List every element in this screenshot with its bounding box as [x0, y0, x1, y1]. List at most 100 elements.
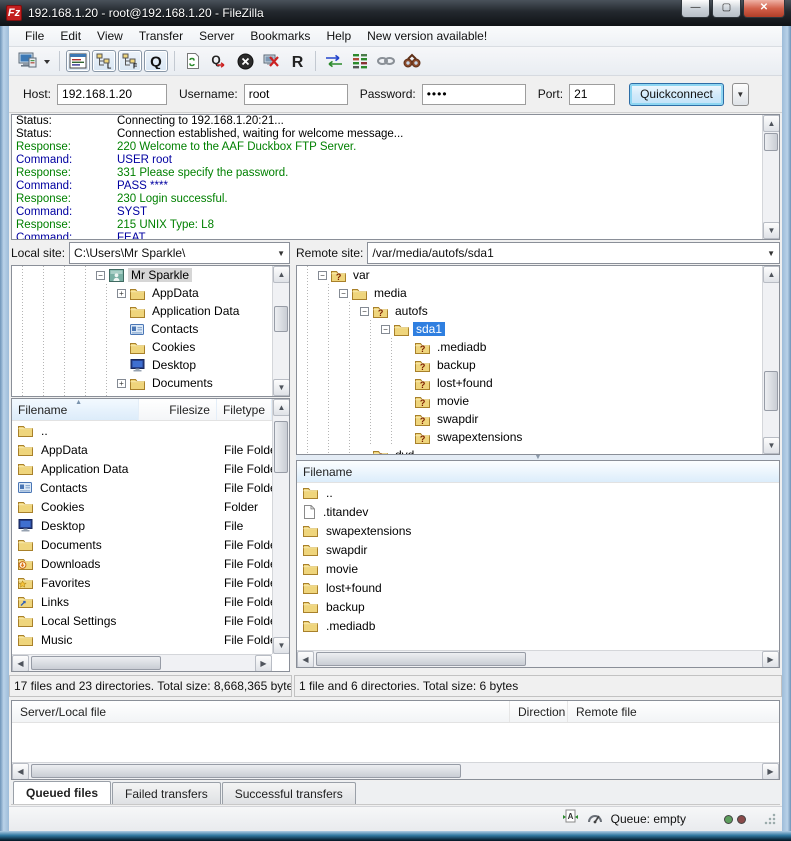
local-tree-item-cookies[interactable]: Cookies	[12, 338, 272, 356]
site-manager-icon[interactable]	[15, 50, 39, 72]
column-header-server-local-file[interactable]: Server/Local file	[12, 701, 510, 722]
toggle-message-log-icon[interactable]	[66, 50, 90, 72]
remote-site-combo[interactable]: /var/media/autofs/sda1 ▼	[367, 242, 780, 264]
remote-file-row-backup[interactable]: backup	[297, 597, 779, 616]
remote-tree-vscrollbar[interactable]: ▲ ▼	[762, 266, 779, 454]
collapse-expander-icon[interactable]: −	[381, 325, 390, 334]
local-file-row-favorites[interactable]: FavoritesFile Folder	[12, 573, 272, 592]
local-list-hscrollbar[interactable]: ◀ ▶	[12, 654, 272, 671]
local-tree-item-contacts[interactable]: Contacts	[12, 320, 272, 338]
synchronized-browsing-icon[interactable]	[374, 50, 398, 72]
menu-item-server[interactable]: Server	[191, 27, 242, 45]
scrollbar-thumb[interactable]	[274, 306, 288, 332]
local-list-vscrollbar[interactable]: ▲ ▼	[272, 399, 289, 654]
find-files-icon[interactable]	[400, 50, 424, 72]
local-site-combo[interactable]: C:\Users\Mr Sparkle\ ▼	[69, 242, 290, 264]
scroll-left-arrow-icon[interactable]: ◀	[297, 651, 314, 668]
remote-tree-item--mediadb[interactable]: ?.mediadb	[297, 338, 762, 356]
process-queue-icon[interactable]: Q	[207, 50, 231, 72]
remote-file-row--mediadb[interactable]: .mediadb	[297, 616, 779, 635]
quickconnect-dropdown-button[interactable]: ▼	[732, 83, 749, 106]
local-file-row-downloads[interactable]: DownloadsFile Folder	[12, 554, 272, 573]
remote-tree-item-var[interactable]: −?var	[297, 266, 762, 284]
local-tree-vscrollbar[interactable]: ▲ ▼	[272, 266, 289, 396]
remote-file-row--titandev[interactable]: .titandev	[297, 502, 779, 521]
menu-item-transfer[interactable]: Transfer	[131, 27, 191, 45]
scroll-up-arrow-icon[interactable]: ▲	[273, 399, 290, 416]
remote-tree-item-dvd[interactable]: ?dvd	[297, 446, 762, 455]
scrollbar-thumb[interactable]	[316, 652, 526, 666]
remote-tree-item-sda1[interactable]: −sda1	[297, 320, 762, 338]
chevron-down-icon[interactable]: ▼	[277, 249, 285, 258]
minimize-button[interactable]: —	[681, 0, 710, 18]
tab-queued-files[interactable]: Queued files	[13, 781, 111, 804]
collapse-expander-icon[interactable]: −	[339, 289, 348, 298]
scrollbar-thumb[interactable]	[31, 656, 161, 670]
remote-tree-item-movie[interactable]: ?movie	[297, 392, 762, 410]
local-file-row-local-settings[interactable]: Local SettingsFile Folder	[12, 611, 272, 630]
menu-item-view[interactable]: View	[89, 27, 131, 45]
expand-expander-icon[interactable]: +	[117, 379, 126, 388]
remote-file-row-swapextensions[interactable]: swapextensions	[297, 521, 779, 540]
scroll-down-arrow-icon[interactable]: ▼	[763, 222, 780, 239]
local-tree-item-application-data[interactable]: Application Data	[12, 302, 272, 320]
remote-tree-item-autofs[interactable]: −?autofs	[297, 302, 762, 320]
collapse-expander-icon[interactable]: −	[360, 307, 369, 316]
scroll-left-arrow-icon[interactable]: ◀	[12, 655, 29, 672]
reconnect-icon[interactable]: R	[285, 50, 309, 72]
collapse-expander-icon[interactable]: −	[318, 271, 327, 280]
local-file-row--[interactable]: ..	[12, 421, 272, 440]
scrollbar-thumb[interactable]	[764, 133, 778, 151]
column-header-direction[interactable]: Direction	[510, 701, 568, 722]
menu-item-file[interactable]: File	[17, 27, 52, 45]
scrollbar-thumb[interactable]	[31, 764, 461, 778]
chevron-down-icon[interactable]: ▼	[767, 249, 775, 258]
remote-list-hscrollbar[interactable]: ◀ ▶	[297, 650, 779, 667]
remote-file-row--[interactable]: ..	[297, 483, 779, 502]
local-tree-item-documents[interactable]: +Documents	[12, 374, 272, 392]
local-file-row-cookies[interactable]: CookiesFolder	[12, 497, 272, 516]
toggle-remote-tree-icon[interactable]: F	[118, 50, 142, 72]
password-input[interactable]	[422, 84, 526, 105]
disconnect-icon[interactable]	[259, 50, 283, 72]
menu-item-bookmarks[interactable]: Bookmarks	[242, 27, 318, 45]
scroll-right-arrow-icon[interactable]: ▶	[255, 655, 272, 672]
remote-tree-item-swapextensions[interactable]: ?swapextensions	[297, 428, 762, 446]
scrollbar-thumb[interactable]	[274, 421, 288, 473]
local-file-row-music[interactable]: MusicFile Folder	[12, 630, 272, 649]
remote-tree-item-lost-found[interactable]: ?lost+found	[297, 374, 762, 392]
remote-tree-item-media[interactable]: −media	[297, 284, 762, 302]
scroll-up-arrow-icon[interactable]: ▲	[763, 115, 780, 132]
maximize-button[interactable]: ▢	[712, 0, 741, 18]
local-tree-item-mr-sparkle[interactable]: −Mr Sparkle	[12, 266, 272, 284]
speed-limit-icon[interactable]	[587, 811, 603, 828]
quickconnect-button[interactable]: Quickconnect	[629, 83, 724, 106]
menu-item-edit[interactable]: Edit	[52, 27, 89, 45]
menu-item-new-version-available[interactable]: New version available!	[359, 27, 495, 45]
remote-file-row-movie[interactable]: movie	[297, 559, 779, 578]
local-file-row-desktop[interactable]: DesktopFile	[12, 516, 272, 535]
toggle-queue-icon[interactable]: Q	[144, 50, 168, 72]
message-log-vscrollbar[interactable]: ▲ ▼	[762, 115, 779, 239]
scroll-up-arrow-icon[interactable]: ▲	[763, 266, 780, 283]
scrollbar-thumb[interactable]	[764, 371, 778, 411]
queue-hscrollbar[interactable]: ◀ ▶	[12, 762, 779, 779]
local-tree-item-desktop[interactable]: Desktop	[12, 356, 272, 374]
remote-file-row-lost-found[interactable]: lost+found	[297, 578, 779, 597]
remote-file-row-swapdir[interactable]: swapdir	[297, 540, 779, 559]
scroll-right-arrow-icon[interactable]: ▶	[762, 651, 779, 668]
scroll-down-arrow-icon[interactable]: ▼	[763, 437, 780, 454]
collapse-expander-icon[interactable]: −	[96, 271, 105, 280]
close-button[interactable]: ✕	[743, 0, 785, 18]
comparison-list-icon[interactable]	[348, 50, 372, 72]
directory-comparison-icon[interactable]	[322, 50, 346, 72]
remote-tree-item-swapdir[interactable]: ?swapdir	[297, 410, 762, 428]
local-file-row-documents[interactable]: DocumentsFile Folder	[12, 535, 272, 554]
column-header-filesize[interactable]: Filesize	[139, 399, 217, 420]
scroll-down-arrow-icon[interactable]: ▼	[273, 379, 290, 396]
local-file-row-appdata[interactable]: AppDataFile Folder	[12, 440, 272, 459]
toggle-local-tree-icon[interactable]: L	[92, 50, 116, 72]
host-input[interactable]	[57, 84, 167, 105]
port-input[interactable]	[569, 84, 615, 105]
scroll-up-arrow-icon[interactable]: ▲	[273, 266, 290, 283]
